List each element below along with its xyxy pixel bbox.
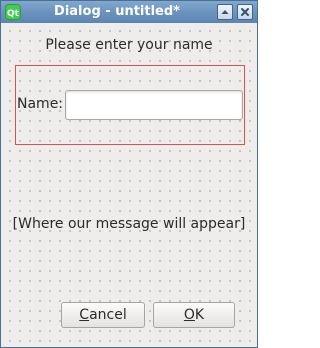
cancel-mnemonic: C — [79, 307, 90, 323]
ok-button[interactable]: OK — [153, 302, 235, 328]
prompt-label: Please enter your name — [45, 37, 213, 53]
ok-label: K — [194, 307, 205, 323]
maximize-icon — [218, 5, 232, 19]
maximize-button[interactable] — [217, 4, 233, 20]
name-input[interactable] — [65, 90, 243, 120]
message-label: [Where our message will appear] — [12, 216, 246, 232]
name-label: Name: — [17, 96, 64, 112]
close-icon — [238, 5, 252, 19]
ok-mnemonic: O — [183, 307, 195, 323]
qt-icon[interactable]: Qt — [5, 4, 21, 20]
cancel-label: ancel — [89, 307, 127, 323]
dialog-client-area: Please enter your name Name: [Where our … — [1, 23, 257, 347]
window-title: Dialog - untitled* — [54, 4, 180, 19]
dialog-window: Qt Dialog - untitled* Please enter your … — [0, 0, 258, 348]
svg-text:Qt: Qt — [7, 9, 20, 19]
close-button[interactable] — [237, 4, 253, 20]
title-bar[interactable]: Qt Dialog - untitled* — [1, 1, 257, 23]
cancel-button[interactable]: Cancel — [61, 302, 145, 328]
